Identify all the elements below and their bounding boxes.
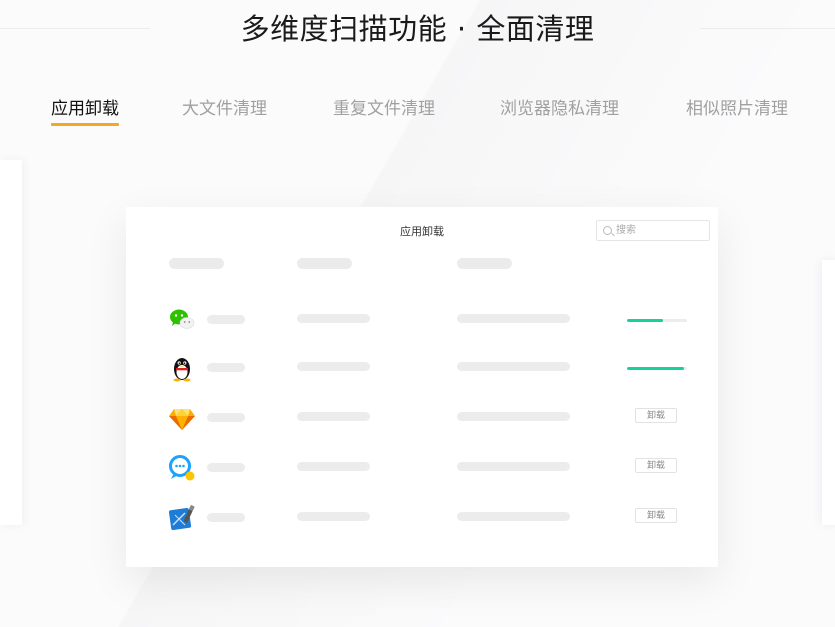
tab-similar-photo-cleanup[interactable]: 相似照片清理 (686, 94, 788, 119)
chat-bubble-icon (169, 455, 195, 481)
wechat-icon (170, 309, 195, 329)
app-name-placeholder (207, 413, 245, 422)
app-row[interactable] (126, 353, 718, 393)
uninstall-progress-bar (627, 319, 687, 322)
column-header-placeholder (169, 258, 224, 269)
xcode-icon (168, 505, 195, 531)
tab-label: 重复文件清理 (333, 99, 435, 119)
app-name-placeholder (207, 363, 245, 372)
app-path-placeholder (457, 362, 570, 371)
tab-label: 浏览器隐私清理 (500, 99, 619, 119)
sketch-diamond-icon (169, 409, 195, 430)
background-right-card (822, 260, 835, 525)
app-path-placeholder (457, 462, 570, 471)
search-box[interactable] (596, 220, 710, 241)
app-row[interactable]: 卸载 (126, 453, 718, 493)
app-path-placeholder (457, 314, 570, 323)
app-name-placeholder (207, 463, 245, 472)
qq-penguin-icon (173, 358, 191, 382)
progress-fill (627, 319, 663, 322)
tab-label: 相似照片清理 (686, 99, 788, 119)
search-input[interactable] (616, 223, 704, 237)
background-left-card (0, 160, 22, 525)
app-name-placeholder (207, 315, 245, 324)
progress-fill (627, 367, 684, 370)
tab-label: 应用卸载 (51, 99, 119, 119)
page-title: 多维度扫描功能 · 全面清理 (240, 12, 595, 46)
uninstall-button[interactable]: 卸载 (635, 408, 677, 423)
app-row[interactable]: 卸载 (126, 503, 718, 543)
uninstall-progress-bar (627, 367, 687, 370)
app-row[interactable] (126, 305, 718, 345)
app-size-placeholder (297, 462, 370, 471)
app-size-placeholder (297, 314, 370, 323)
app-size-placeholder (297, 412, 370, 421)
search-icon (603, 226, 612, 235)
uninstall-button[interactable]: 卸载 (635, 458, 677, 473)
app-size-placeholder (297, 512, 370, 521)
tab-app-uninstall[interactable]: 应用卸载 (51, 94, 119, 126)
tab-browser-privacy-cleanup[interactable]: 浏览器隐私清理 (500, 94, 619, 119)
app-uninstall-panel: 应用卸载 搜索 卸载 卸载 卸载 (126, 207, 718, 567)
app-size-placeholder (297, 362, 370, 371)
tab-large-file-cleanup[interactable]: 大文件清理 (182, 94, 267, 119)
tab-label: 大文件清理 (182, 99, 267, 119)
app-path-placeholder (457, 412, 570, 421)
feature-tabs: 应用卸载 大文件清理 重复文件清理 浏览器隐私清理 相似照片清理 (0, 94, 835, 134)
column-header-placeholder (297, 258, 352, 269)
app-name-placeholder (207, 513, 245, 522)
uninstall-button[interactable]: 卸载 (635, 508, 677, 523)
tab-duplicate-file-cleanup[interactable]: 重复文件清理 (333, 94, 435, 119)
active-tab-underline (51, 123, 119, 126)
app-row[interactable]: 卸载 (126, 403, 718, 443)
column-header-placeholder (457, 258, 512, 269)
app-path-placeholder (457, 512, 570, 521)
